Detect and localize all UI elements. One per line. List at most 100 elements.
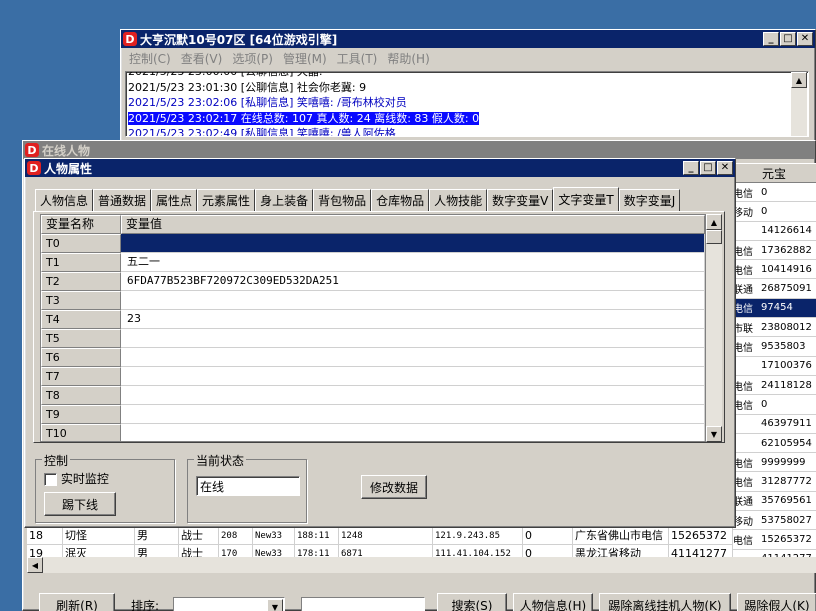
kick-offline-player-button[interactable]: 踢下线	[44, 492, 116, 516]
refresh-button[interactable]: 刷新(R)	[39, 593, 115, 611]
table-row[interactable]: 电信 31287772	[733, 472, 816, 492]
search-button[interactable]: 搜索(S)	[437, 593, 507, 611]
table-row[interactable]: 电信 24118128	[733, 375, 816, 396]
grid-row[interactable]: T7	[41, 367, 705, 386]
grid-scrollbar[interactable]: ▲ ▼	[706, 214, 722, 442]
realtime-monitor-checkbox[interactable]: 实时监控	[44, 470, 109, 487]
var-value-cell[interactable]	[121, 291, 705, 310]
tab-8[interactable]: 数字变量V	[487, 189, 554, 211]
checkbox-icon[interactable]	[44, 473, 57, 486]
player-info-button[interactable]: 人物信息(H)	[513, 593, 593, 611]
log-line[interactable]: 2021/5/23 23:01:30 [公聊信息] 社会你老冀: 9	[126, 80, 808, 96]
var-value-cell[interactable]	[121, 424, 705, 441]
col-var-value[interactable]: 变量值	[121, 215, 705, 234]
table-row[interactable]: 市联 23808012	[733, 318, 816, 338]
tab-9[interactable]: 文字变量T	[553, 187, 619, 211]
table-row[interactable]: 电信 97454	[733, 298, 816, 319]
var-value-cell[interactable]: 6FDA77B523BF720972C309ED532DA251	[121, 272, 705, 291]
minimize-button[interactable]: _	[683, 161, 699, 175]
chevron-down-icon[interactable]: ▼	[267, 599, 283, 611]
scroll-up-icon[interactable]: ▲	[706, 214, 722, 230]
grid-row[interactable]: T8	[41, 386, 705, 405]
tab-10[interactable]: 数字变量J	[618, 189, 681, 211]
grid-row[interactable]: T10	[41, 424, 705, 441]
table-row[interactable]: 电信 0	[733, 395, 816, 415]
close-button[interactable]: ✕	[717, 161, 733, 175]
var-value-cell[interactable]	[121, 329, 705, 348]
maximize-button[interactable]: □	[780, 32, 796, 46]
state-field[interactable]: 在线	[196, 476, 300, 496]
grid-row[interactable]: T9	[41, 405, 705, 424]
scroll-left-icon[interactable]: ◀	[27, 557, 43, 573]
grid-row[interactable]: T5	[41, 329, 705, 348]
table-row[interactable]: 电信 9535803	[733, 337, 816, 357]
var-value-cell[interactable]	[121, 386, 705, 405]
scroll-up-icon[interactable]: ▲	[791, 72, 807, 88]
maximize-button[interactable]: □	[700, 161, 716, 175]
table-row[interactable]: 联通 35769561	[733, 491, 816, 512]
var-value-cell[interactable]: 23	[121, 310, 705, 329]
table-row[interactable]: 电信 9999999	[733, 453, 816, 473]
table-row[interactable]: 移动 0	[733, 202, 816, 222]
var-value-cell[interactable]	[121, 367, 705, 386]
sort-select[interactable]: ▼	[173, 597, 285, 611]
var-value-cell[interactable]	[121, 405, 705, 424]
menu-tools[interactable]: 工具(T)	[337, 50, 378, 67]
table-row[interactable]: 62105954	[733, 433, 816, 454]
grid-row[interactable]: T3	[41, 291, 705, 310]
var-value-cell[interactable]: 五二一	[121, 253, 705, 272]
scroll-thumb[interactable]	[706, 230, 722, 244]
grid-row[interactable]: T2 6FDA77B523BF720972C309ED532DA251	[41, 272, 705, 291]
menu-view[interactable]: 查看(V)	[181, 50, 223, 67]
table-row[interactable]: 联通 26875091	[733, 279, 816, 299]
tab-5[interactable]: 背包物品	[313, 189, 372, 211]
table-row[interactable]: 17100376	[733, 356, 816, 376]
var-value-cell[interactable]	[121, 234, 705, 253]
modify-data-button[interactable]: 修改数据	[361, 475, 427, 499]
kick-offline-button[interactable]: 踢除离线挂机人物(K)	[599, 593, 731, 611]
table-row[interactable]: 电信 0	[733, 183, 816, 203]
table-row[interactable]: 电信 17362882	[733, 240, 816, 261]
tab-1[interactable]: 普通数据	[93, 189, 152, 211]
search-input[interactable]	[301, 597, 425, 611]
var-value-cell[interactable]	[121, 348, 705, 367]
menu-help[interactable]: 帮助(H)	[387, 50, 429, 67]
tab-0[interactable]: 人物信息	[35, 189, 94, 211]
table-row[interactable]: 18 切怪男战士 208 New33 188:11 1248 121.9.243.85 0 广东…	[27, 527, 733, 545]
log-line[interactable]: 2021/5/23 23:02:17 在线总数: 107 真人数: 24 离线数…	[126, 111, 808, 127]
table-row[interactable]: 46397911	[733, 414, 816, 434]
log-scrollbar[interactable]: ▲	[791, 72, 807, 136]
table-row[interactable]: 电信 15265372	[733, 530, 816, 550]
main-titlebar[interactable]: D 大亨沉默10号07区 [64位游戏引擎] _ □ ✕	[121, 30, 815, 48]
grid-row[interactable]: T0	[41, 234, 705, 253]
table-row[interactable]: 移动 53758027	[733, 511, 816, 531]
grid-row[interactable]: T1 五二一	[41, 253, 705, 272]
tab-3[interactable]: 元素属性	[197, 189, 256, 211]
menu-control[interactable]: 控制(C)	[129, 50, 171, 67]
col-var-name[interactable]: 变量名称	[41, 215, 121, 234]
kick-fake-button[interactable]: 踢除假人(K)	[737, 593, 816, 611]
scroll-down-icon[interactable]: ▼	[706, 426, 722, 442]
tab-7[interactable]: 人物技能	[429, 189, 488, 211]
log-line[interactable]: 2021/5/23 23:02:49 [私聊信息] 笑嘻嘻: /兽人阿佐格	[126, 126, 808, 136]
log-panel[interactable]: 2021/5/23 23:00:00 [公聊信息] 天晶: 2021/5/23 2…	[125, 71, 809, 137]
online-titlebar[interactable]: D 在线人物	[23, 141, 815, 159]
minimize-button[interactable]: _	[763, 32, 779, 46]
table-hscrollbar[interactable]: ◀	[27, 557, 816, 573]
tab-6[interactable]: 仓库物品	[371, 189, 430, 211]
grid-row[interactable]: T4 23	[41, 310, 705, 329]
table-row[interactable]: 电信 10414916	[733, 260, 816, 280]
close-button[interactable]: ✕	[797, 32, 813, 46]
table-header[interactable]: 元宝	[733, 163, 816, 183]
menu-options[interactable]: 选项(P)	[232, 50, 273, 67]
tab-2[interactable]: 属性点	[151, 189, 198, 211]
attr-titlebar[interactable]: D 人物属性 _ □ ✕	[25, 159, 735, 177]
tab-4[interactable]: 身上装备	[255, 189, 314, 211]
log-line[interactable]: 2021/5/23 23:02:06 [私聊信息] 笑嘻嘻: /哥布林校对员	[126, 95, 808, 111]
menu-manage[interactable]: 管理(M)	[283, 50, 327, 67]
table-row[interactable]: 14126614	[733, 221, 816, 241]
log-line[interactable]: 2021/5/23 23:00:00 [公聊信息] 天晶:	[126, 72, 808, 80]
grid-row[interactable]: T6	[41, 348, 705, 367]
cell-name: 切怪	[63, 527, 135, 544]
variables-grid[interactable]: 变量名称 变量值 T0 T1 五二一 T2 6FDA77B523BF720972C309…	[40, 214, 706, 442]
